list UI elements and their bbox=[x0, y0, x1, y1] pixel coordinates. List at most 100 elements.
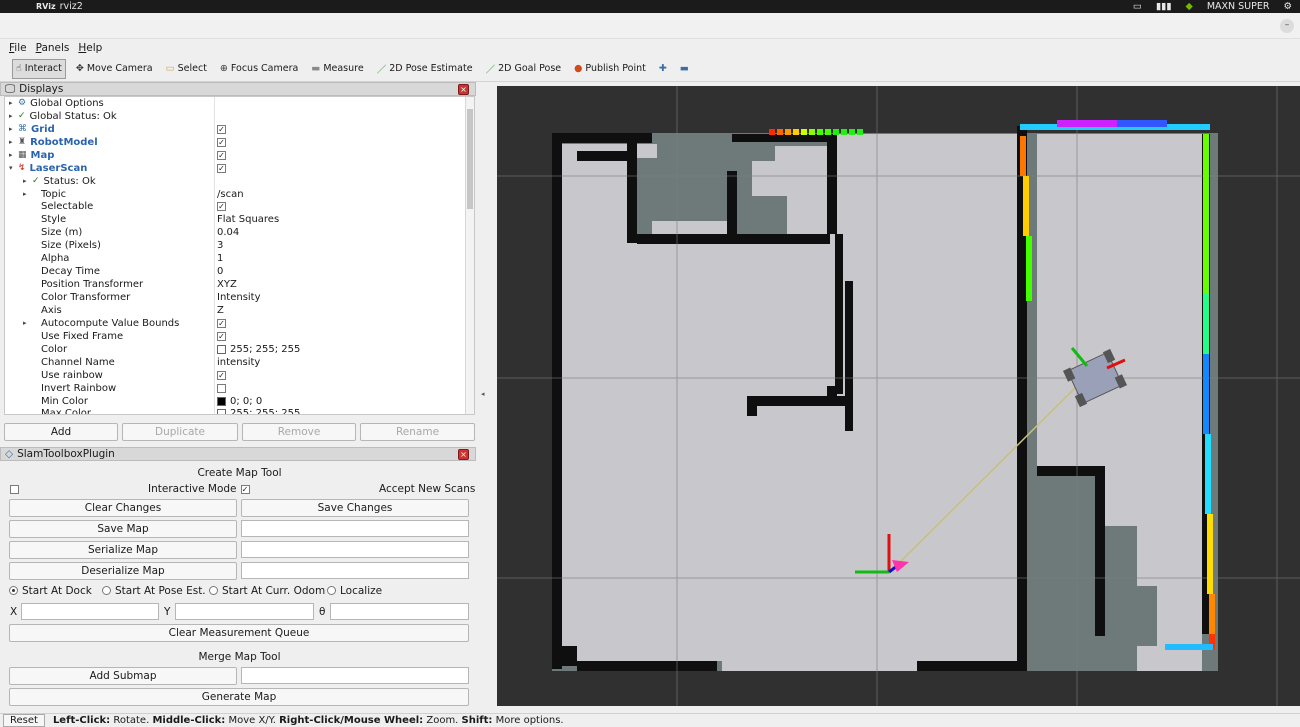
expand-arrow-icon[interactable]: ▸ bbox=[9, 151, 18, 159]
display-row[interactable]: Color 255; 255; 255 bbox=[5, 343, 474, 356]
row-value[interactable]: Flat Squares bbox=[217, 214, 279, 225]
clear-changes-button[interactable]: Clear Changes bbox=[9, 499, 237, 517]
display-row[interactable]: Position Transformer XYZ bbox=[5, 278, 474, 291]
display-row[interactable]: Channel Name intensity bbox=[5, 356, 474, 369]
reset-button[interactable]: Reset bbox=[3, 714, 45, 727]
add-submap-field[interactable] bbox=[241, 667, 469, 684]
deserialize-map-button[interactable]: Deserialize Map bbox=[9, 562, 237, 580]
map-render[interactable] bbox=[497, 86, 1300, 706]
save-changes-button[interactable]: Save Changes bbox=[241, 499, 469, 517]
radio-localize[interactable]: Localize bbox=[327, 585, 382, 597]
display-row[interactable]: Axis Z bbox=[5, 304, 474, 317]
expand-arrow-icon[interactable]: ▸ bbox=[9, 112, 18, 120]
display-row[interactable]: ▸ ⚙ Global Options bbox=[5, 97, 474, 110]
radio-button-icon[interactable] bbox=[209, 586, 218, 595]
display-row[interactable]: ▸ Topic/scan bbox=[5, 188, 474, 201]
row-value[interactable]: Intensity bbox=[217, 292, 261, 303]
rename-button[interactable]: Rename bbox=[360, 423, 475, 441]
theta-field[interactable] bbox=[330, 603, 469, 620]
add-submap-button[interactable]: Add Submap bbox=[9, 667, 237, 685]
tree-scrollbar[interactable] bbox=[465, 97, 474, 414]
save-map-button[interactable]: Save Map bbox=[9, 520, 237, 538]
display-row[interactable]: Style Flat Squares bbox=[5, 213, 474, 226]
row-value[interactable]: ✓ bbox=[217, 163, 226, 173]
display-row[interactable]: Min Color 0; 0; 0 bbox=[5, 395, 474, 408]
display-row[interactable]: ▸ ✓ Status: Ok bbox=[5, 175, 474, 188]
tool-focus-camera[interactable]: ⊕ Focus Camera bbox=[217, 59, 301, 79]
unlabeled-checkbox[interactable] bbox=[10, 485, 19, 494]
displays-tree[interactable]: ▸ ⚙ Global Options ▸ ✓ Global Status: Ok ▸ ⌘ Gri… bbox=[4, 96, 475, 415]
x-field[interactable] bbox=[21, 603, 159, 620]
display-row[interactable]: Alpha 1 bbox=[5, 252, 474, 265]
row-value[interactable]: ✓ bbox=[217, 124, 226, 134]
serialize-map-field[interactable] bbox=[241, 541, 469, 558]
deserialize-map-field[interactable] bbox=[241, 562, 469, 579]
row-checkbox[interactable]: ✓ bbox=[217, 163, 226, 173]
display-row[interactable]: Color Transformer Intensity bbox=[5, 291, 474, 304]
row-value[interactable]: Z bbox=[217, 305, 224, 316]
plus-icon[interactable]: ✚ bbox=[656, 59, 670, 79]
expand-arrow-icon[interactable]: ▸ bbox=[9, 125, 18, 133]
close-icon[interactable]: × bbox=[458, 449, 469, 460]
display-row[interactable]: Invert Rainbow bbox=[5, 382, 474, 395]
serialize-map-button[interactable]: Serialize Map bbox=[9, 541, 237, 559]
splitter-handle-icon[interactable]: ◂ bbox=[481, 390, 485, 398]
tool-move-camera[interactable]: ✥ Move Camera bbox=[73, 59, 156, 79]
radio-start-at-dock[interactable]: Start At Dock bbox=[9, 585, 92, 597]
display-row[interactable]: ▾ ↯ LaserScan ✓ bbox=[5, 162, 474, 175]
display-row[interactable]: Max Color 255; 255; 255 bbox=[5, 408, 474, 414]
display-row[interactable]: ▸ ▦ Map ✓ bbox=[5, 149, 474, 162]
display-row[interactable]: Selectable ✓ bbox=[5, 201, 474, 214]
generate-map-button[interactable]: Generate Map bbox=[9, 688, 469, 706]
display-row[interactable]: Use Fixed Frame ✓ bbox=[5, 330, 474, 343]
radio-button-icon[interactable] bbox=[102, 586, 111, 595]
row-value[interactable]: ✓ bbox=[217, 318, 226, 328]
interactive-mode-checkbox[interactable]: ✓ bbox=[240, 484, 250, 494]
expand-arrow-icon[interactable]: ▸ bbox=[23, 177, 32, 185]
y-field[interactable] bbox=[175, 603, 314, 620]
clear-measurement-queue-button[interactable]: Clear Measurement Queue bbox=[9, 624, 469, 642]
expand-arrow-icon[interactable]: ▸ bbox=[23, 190, 32, 198]
row-value[interactable] bbox=[217, 383, 226, 393]
minus-icon[interactable]: ▬ bbox=[677, 59, 692, 79]
menu-panels[interactable]: Panels bbox=[36, 42, 70, 54]
expand-arrow-icon[interactable]: ▸ bbox=[23, 319, 32, 327]
row-checkbox[interactable]: ✓ bbox=[217, 202, 226, 212]
row-checkbox[interactable]: ✓ bbox=[217, 331, 226, 341]
menu-file[interactable]: File bbox=[9, 42, 27, 54]
tool-measure[interactable]: ▬ Measure bbox=[308, 59, 366, 79]
display-row[interactable]: Size (m) 0.04 bbox=[5, 226, 474, 239]
tool-publish-point[interactable]: ● Publish Point bbox=[571, 59, 649, 79]
row-value[interactable]: ✓ bbox=[217, 331, 226, 341]
row-checkbox[interactable]: ✓ bbox=[217, 370, 226, 380]
row-checkbox[interactable]: ✓ bbox=[217, 137, 226, 147]
row-value[interactable]: ✓ bbox=[217, 370, 226, 380]
display-row[interactable]: ▸ ⌘ Grid ✓ bbox=[5, 123, 474, 136]
expand-arrow-icon[interactable]: ▸ bbox=[9, 138, 18, 146]
save-map-field[interactable] bbox=[241, 520, 469, 537]
radio-start-at-curr-odom[interactable]: Start At Curr. Odom bbox=[209, 585, 325, 597]
display-row[interactable]: ▸ Autocompute Value Bounds ✓ bbox=[5, 317, 474, 330]
row-value[interactable]: ✓ bbox=[217, 150, 226, 160]
row-checkbox[interactable] bbox=[217, 383, 226, 393]
expand-arrow-icon[interactable]: ▸ bbox=[9, 99, 18, 107]
signal-icon[interactable]: ▮▮▮ bbox=[1156, 1, 1172, 12]
row-value[interactable]: XYZ bbox=[217, 279, 237, 290]
display-row[interactable]: ▸ ✓ Global Status: Ok bbox=[5, 110, 474, 123]
row-value[interactable]: 0; 0; 0 bbox=[217, 396, 262, 407]
minimize-icon[interactable]: – bbox=[1280, 19, 1294, 33]
display-row[interactable]: Size (Pixels) 3 bbox=[5, 239, 474, 252]
row-value[interactable]: intensity bbox=[217, 357, 260, 368]
row-value[interactable]: /scan bbox=[217, 189, 244, 200]
tool-select[interactable]: ▭ Select bbox=[163, 59, 210, 79]
remove-button[interactable]: Remove bbox=[242, 423, 356, 441]
menu-help[interactable]: Help bbox=[78, 42, 102, 54]
power-mode-label[interactable]: MAXN SUPER bbox=[1207, 1, 1270, 12]
display-row[interactable]: Decay Time 0 bbox=[5, 265, 474, 278]
settings-icon[interactable]: ⚙ bbox=[1283, 1, 1292, 12]
row-value[interactable]: ✓ bbox=[217, 137, 226, 147]
expand-arrow-icon[interactable]: ▾ bbox=[9, 164, 18, 172]
row-value[interactable]: 0.04 bbox=[217, 227, 239, 238]
row-value[interactable]: 3 bbox=[217, 240, 223, 251]
3d-viewport[interactable] bbox=[497, 86, 1300, 706]
